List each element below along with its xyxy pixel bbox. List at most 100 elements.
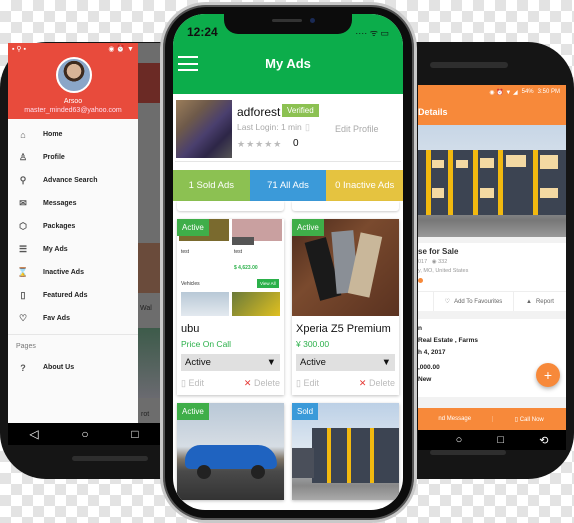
send-message-button[interactable]: nd Message [418, 416, 493, 422]
info-category: Real Estate , Farms [418, 337, 478, 344]
ad-image: Active [292, 219, 399, 316]
status-badge: Active [177, 403, 209, 420]
back-button[interactable]: ◁ [29, 427, 38, 441]
ad-card[interactable]: Sold [292, 403, 399, 500]
android-nav-bar: ◁ ○ □ [8, 423, 160, 445]
user-email: master_minded63@yahoo.com [24, 107, 122, 114]
edit-button[interactable]: ▯ Edit [181, 378, 204, 389]
bookmark-icon: ▯ [20, 290, 26, 300]
drawer-item-label: My Ads [43, 246, 68, 253]
info-date: h 4, 2017 [418, 349, 446, 356]
drawer-section-pages: Pages [16, 343, 36, 350]
drawer-item-label: Profile [43, 154, 65, 161]
sold-ads-tab[interactable]: 1 Sold Ads [173, 170, 250, 201]
verified-badge: Verified [282, 104, 319, 117]
listing-meta: 017 ◉ 332 [418, 259, 566, 265]
all-ads-tab[interactable]: 71 All Ads [249, 170, 327, 201]
ad-status-value: Active [185, 357, 211, 368]
user-name: Arsoo [63, 98, 83, 105]
background-toolbar [138, 63, 160, 103]
delete-button[interactable]: ✕ Delete [359, 378, 395, 389]
background-label-2: rot [141, 411, 150, 418]
ad-image: Sold [292, 403, 399, 500]
add-fab-button[interactable]: + [536, 363, 560, 387]
ad-card[interactable]: Active Xperia Z5 Premium ¥ 300.00 Active… [292, 219, 399, 395]
status-badge: Sold [292, 403, 319, 420]
listing-date: 017 [418, 259, 428, 265]
drawer-item-about-us[interactable]: ? About Us [8, 356, 138, 379]
background-label: Wal [140, 305, 152, 312]
report-button[interactable]: ▲ Report [514, 292, 566, 311]
drawer-item-label: About Us [43, 364, 75, 371]
delete-button[interactable]: ✕ Delete [244, 378, 280, 389]
tag-icon: ⬡ [19, 221, 27, 231]
system-status-icons: ◉ ⏰ ▼ [108, 46, 134, 53]
phone-icon: ▯ [514, 416, 519, 423]
share-action[interactable] [418, 292, 434, 311]
drawer-item-label: Packages [43, 223, 76, 230]
delete-icon: ✕ [358, 378, 367, 388]
drawer-item-home[interactable]: ⌂ Home [8, 123, 138, 146]
ads-grid: Active test test $ 4,623.00 Vehicles Vie… [173, 201, 403, 500]
left-phone-screen: Wal rot ▪ ⚲ ▪ ◉ ⏰ ▼ Arsoo master_minded6… [8, 43, 160, 423]
profile-card: adforest Verified Last Login: 1 min ▯ Ed… [175, 98, 401, 162]
notch-camera [310, 18, 315, 23]
status-bar: ◉ ⏰ ▼ ◢ 54% 3:50 PM [418, 85, 566, 99]
ad-image: Active [177, 403, 284, 500]
add-to-favourites-button[interactable]: ♡ Add To Favourites [434, 292, 514, 311]
status-badge: Active [177, 219, 209, 236]
drawer-item-featured-ads[interactable]: ▯ Featured Ads [8, 284, 138, 307]
edit-icon: ▯ [296, 378, 301, 388]
drawer-item-fav-ads[interactable]: ♡ Fav Ads [8, 307, 138, 330]
ad-actions: ▯ Edit ✕ Delete [292, 371, 399, 395]
drawer-item-label: Inactive Ads [43, 269, 84, 276]
last-login: Last Login: 1 min [237, 122, 302, 132]
notification-icons: ▪ ⚲ ▪ [12, 46, 26, 53]
background-image [138, 243, 160, 293]
navigation-drawer: ▪ ⚲ ▪ ◉ ⏰ ▼ Arsoo master_minded63@yahoo.… [8, 43, 138, 423]
home-icon: ⌂ [20, 129, 26, 140]
drawer-item-my-ads[interactable]: ☰ My Ads [8, 238, 138, 261]
call-now-button[interactable]: ▯ Call Now [493, 416, 567, 423]
user-avatar[interactable] [56, 57, 92, 93]
status-badge: Active [292, 219, 324, 236]
drawer-item-profile[interactable]: ♙ Profile [8, 146, 138, 169]
list-icon: ☰ [18, 244, 28, 254]
rotate-button[interactable]: ⟲ [539, 434, 548, 447]
drawer-item-label: Advance Search [43, 177, 98, 184]
drawer-item-packages[interactable]: ⬡ Packages [8, 215, 138, 238]
price-marker [418, 278, 423, 283]
info-line-1: n [418, 325, 422, 332]
android-nav-bar-right: ○ □ ⟲ [418, 430, 566, 450]
ad-actions: ▯ Edit ✕ Delete [177, 371, 284, 395]
ad-stats: 1 Sold Ads 71 All Ads 0 Inactive Ads [173, 170, 403, 201]
recents-button[interactable]: □ [497, 434, 504, 446]
home-button[interactable]: ○ [81, 427, 88, 441]
drawer-item-advance-search[interactable]: ⚲ Advance Search [8, 169, 138, 192]
report-label: Report [535, 298, 554, 305]
home-button[interactable]: ○ [456, 434, 463, 446]
drawer-item-inactive-ads[interactable]: ⌛ Inactive Ads [8, 261, 138, 284]
mosaic-item-price: $ 4,623.00 [234, 265, 258, 271]
inactive-ads-tab[interactable]: 0 Inactive Ads [326, 170, 403, 201]
drawer-divider [8, 334, 138, 335]
toolbar-title: Details [418, 107, 448, 117]
building-graphic [418, 150, 566, 215]
recents-button[interactable]: □ [131, 427, 138, 441]
drawer-item-label: Fav Ads [43, 315, 70, 322]
edit-icon: ▯ [181, 378, 186, 388]
listing-photo[interactable] [418, 125, 566, 237]
edit-profile-link[interactable]: Edit Profile [335, 124, 379, 134]
search-icon: ⚲ [19, 175, 27, 185]
ad-card[interactable]: Active [177, 403, 284, 500]
right-phone-screen: ◉ ⏰ ▼ ◢ 54% 3:50 PM Details se for Sale … [418, 85, 566, 430]
edit-button[interactable]: ▯ Edit [296, 378, 319, 389]
heart-icon: ♡ [444, 299, 451, 305]
mail-icon: ✉ [19, 198, 27, 208]
drawer-item-messages[interactable]: ✉ Messages [8, 192, 138, 215]
ad-status-select[interactable]: Active ▼ [181, 354, 280, 371]
toolbar: Details [418, 99, 566, 125]
ad-status-select[interactable]: Active ▼ [296, 354, 395, 371]
profile-photo[interactable] [176, 100, 232, 158]
ad-card[interactable]: Active test test $ 4,623.00 Vehicles Vie… [177, 219, 284, 395]
